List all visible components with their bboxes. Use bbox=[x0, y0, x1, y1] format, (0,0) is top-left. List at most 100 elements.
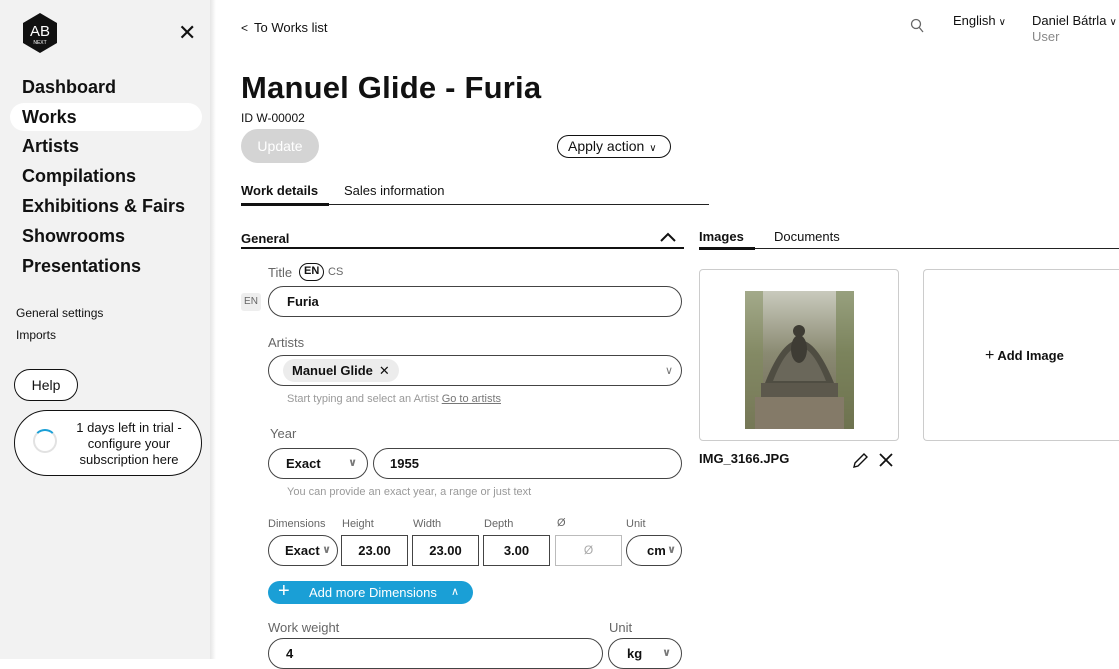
chevron-down-icon: ∨ bbox=[649, 143, 657, 154]
artwork-thumbnail[interactable] bbox=[745, 291, 854, 429]
height-label: Height bbox=[342, 518, 374, 530]
general-section-divider bbox=[241, 247, 684, 249]
active-tab-underline bbox=[241, 203, 329, 206]
ab-next-logo[interactable]: AB NEXT bbox=[22, 12, 58, 54]
tab-work-details[interactable]: Work details bbox=[241, 183, 318, 198]
sidebar-shadow bbox=[210, 0, 216, 659]
add-more-dimensions-label: Add more Dimensions bbox=[309, 585, 437, 600]
work-id: ID W-00002 bbox=[241, 111, 305, 125]
imports-link[interactable]: Imports bbox=[16, 328, 56, 342]
nav-compilations[interactable]: Compilations bbox=[10, 162, 202, 190]
nav-dashboard[interactable]: Dashboard bbox=[10, 73, 202, 101]
user-menu[interactable]: Daniel Bátrla ∨ User bbox=[1032, 13, 1117, 44]
nav-presentations[interactable]: Presentations bbox=[10, 252, 202, 280]
dimension-unit-value: cm bbox=[647, 543, 666, 558]
artists-label: Artists bbox=[268, 335, 305, 350]
year-mode-select[interactable]: Exact ∨ bbox=[268, 448, 368, 479]
close-sidebar-icon[interactable]: ✕ bbox=[178, 22, 196, 44]
trial-text: 1 days left in trial - configure your su… bbox=[76, 420, 182, 467]
active-media-tab-underline bbox=[699, 247, 755, 250]
apply-action-label: Apply action bbox=[568, 138, 645, 154]
nav-artists[interactable]: Artists bbox=[10, 132, 202, 160]
general-settings-link[interactable]: General settings bbox=[16, 306, 103, 320]
language-selector[interactable]: English ∨ bbox=[953, 13, 1006, 28]
chevron-left-icon: < bbox=[241, 21, 249, 35]
add-more-dimensions-button[interactable]: + Add more Dimensions ∧ bbox=[268, 580, 473, 604]
image-filename: IMG_3166.JPG bbox=[699, 451, 790, 466]
dimension-mode-value: Exact bbox=[285, 543, 320, 558]
dimension-mode-select[interactable]: Exact ∨ bbox=[268, 535, 338, 566]
user-role: User bbox=[1032, 29, 1060, 44]
work-weight-label: Work weight bbox=[268, 620, 340, 635]
title-input[interactable]: Furia bbox=[268, 286, 682, 317]
lang-cs-toggle[interactable]: CS bbox=[328, 266, 343, 278]
nav-exhibitions-fairs[interactable]: Exhibitions & Fairs bbox=[10, 192, 202, 220]
collapse-chevron-up-icon[interactable] bbox=[659, 230, 677, 248]
year-input[interactable]: 1955 bbox=[373, 448, 682, 479]
back-link-label: To Works list bbox=[254, 20, 328, 35]
logo-subtext: NEXT bbox=[33, 40, 46, 46]
diameter-input[interactable]: Ø bbox=[555, 535, 622, 566]
work-weight-input[interactable]: 4 bbox=[268, 638, 603, 669]
year-hint: You can provide an exact year, a range o… bbox=[287, 486, 532, 498]
depth-input[interactable]: 3.00 bbox=[483, 535, 550, 566]
add-image-card[interactable]: + Add Image bbox=[923, 269, 1119, 441]
chevron-down-icon: ∨ bbox=[348, 457, 357, 469]
diameter-label: Ø bbox=[557, 517, 566, 529]
artists-select[interactable]: Manuel Glide ✕ ∨ bbox=[268, 355, 682, 386]
year-label: Year bbox=[270, 426, 297, 441]
page-title: Manuel Glide - Furia bbox=[241, 70, 542, 105]
width-label: Width bbox=[413, 518, 442, 530]
trial-subscription-button[interactable]: 1 days left in trial - configure your su… bbox=[14, 410, 202, 476]
user-name: Daniel Bátrla bbox=[1032, 13, 1107, 28]
back-to-works-link[interactable]: < To Works list bbox=[241, 20, 327, 35]
tab-sales-information[interactable]: Sales information bbox=[344, 183, 444, 198]
search-icon[interactable] bbox=[910, 18, 924, 39]
year-mode-value: Exact bbox=[286, 456, 321, 471]
dimension-unit-select[interactable]: cm ∨ bbox=[626, 535, 682, 566]
plus-icon: + bbox=[985, 347, 995, 364]
chevron-down-icon: ∨ bbox=[667, 544, 676, 556]
artist-chip-label: Manuel Glide bbox=[292, 363, 373, 378]
language-label: English bbox=[953, 13, 996, 28]
apply-action-button[interactable]: Apply action ∨ bbox=[557, 135, 671, 158]
weight-unit-label: Unit bbox=[609, 620, 633, 635]
general-section-title: General bbox=[241, 231, 290, 246]
plus-icon: + bbox=[278, 580, 290, 602]
media-tabs-divider bbox=[699, 248, 1119, 249]
dimensions-label: Dimensions bbox=[268, 518, 326, 530]
width-input[interactable]: 23.00 bbox=[412, 535, 479, 566]
chevron-down-icon: ∨ bbox=[1109, 17, 1117, 28]
edit-pencil-icon[interactable] bbox=[851, 452, 869, 475]
nav-showrooms[interactable]: Showrooms bbox=[10, 222, 202, 250]
height-input[interactable]: 23.00 bbox=[341, 535, 408, 566]
nav-works[interactable]: Works bbox=[10, 103, 202, 131]
remove-chip-icon[interactable]: ✕ bbox=[379, 363, 390, 378]
add-image-label: Add Image bbox=[997, 348, 1064, 363]
artist-chip[interactable]: Manuel Glide ✕ bbox=[283, 359, 399, 382]
unit-label: Unit bbox=[626, 518, 646, 530]
chevron-down-icon: ∨ bbox=[322, 544, 331, 556]
tab-documents[interactable]: Documents bbox=[774, 229, 840, 244]
lang-en-toggle[interactable]: EN bbox=[299, 263, 325, 281]
chevron-down-icon: ∨ bbox=[664, 365, 673, 377]
update-button[interactable]: Update bbox=[241, 129, 319, 163]
field-lang-badge: EN bbox=[241, 293, 261, 311]
image-card[interactable] bbox=[699, 269, 899, 441]
chevron-down-icon: ∨ bbox=[662, 647, 671, 659]
artists-hint-text: Start typing and select an Artist bbox=[287, 393, 439, 405]
add-image-button[interactable]: + Add Image bbox=[985, 347, 1064, 365]
tab-images[interactable]: Images bbox=[699, 229, 744, 244]
chevron-down-icon: ∨ bbox=[998, 17, 1006, 28]
logo-text: AB bbox=[30, 23, 50, 40]
loading-spinner-icon bbox=[33, 429, 57, 453]
sidebar: AB NEXT ✕ Dashboard Works Artists Compil… bbox=[0, 0, 210, 659]
delete-image-icon[interactable] bbox=[878, 452, 894, 473]
depth-label: Depth bbox=[484, 518, 514, 530]
help-button[interactable]: Help bbox=[14, 369, 78, 401]
artists-hint: Start typing and select an Artist Go to … bbox=[287, 393, 501, 405]
go-to-artists-link[interactable]: Go to artists bbox=[442, 393, 501, 405]
title-label: Title bbox=[268, 265, 293, 280]
chevron-up-icon: ∧ bbox=[451, 586, 460, 598]
weight-unit-select[interactable]: kg ∨ bbox=[608, 638, 682, 669]
